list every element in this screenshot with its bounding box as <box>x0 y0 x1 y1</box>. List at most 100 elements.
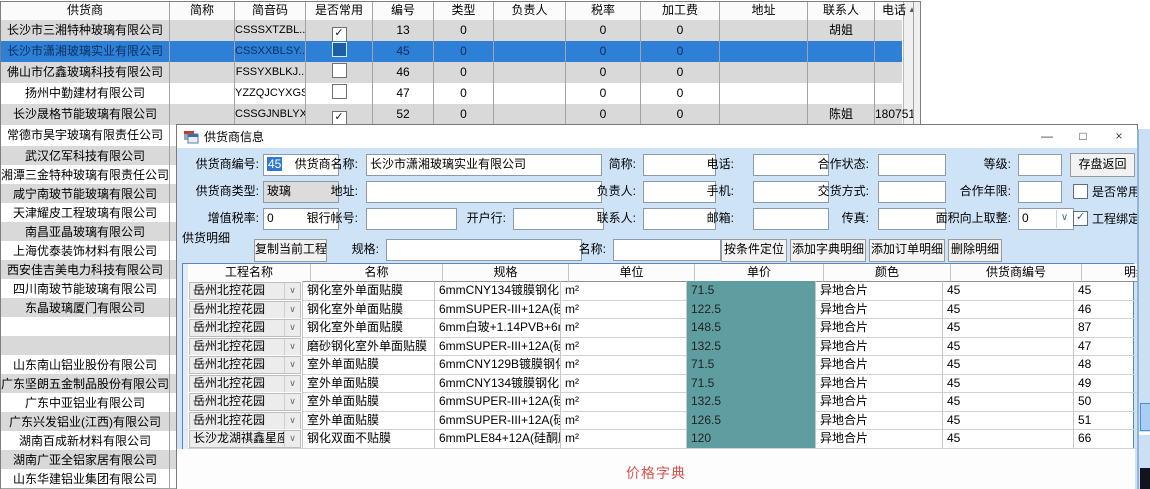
project-name-combobox[interactable]: 岳州北控花园∨ <box>189 412 301 430</box>
supplier-row[interactable]: 长沙市潇湘玻璃实业有限公司CSSXXBLSY..45000 <box>1 41 902 63</box>
app-screen: ▲ ◄ 供货商简称简音码是否常用编号类型负责人税率加工费地址联系人电话长沙市三湘… <box>0 0 1150 489</box>
area-round-up-input[interactable]: 0∨ <box>1018 208 1074 230</box>
supplier-name-cell: 长沙市潇湘玻璃实业有限公司 <box>1 41 170 62</box>
unit-cell: m² <box>561 318 687 338</box>
id-cell: 52 <box>373 104 434 125</box>
detail-column-header: 颜色 <box>824 264 951 282</box>
project-bound-checkbox[interactable]: ✓ 工程绑定 <box>1073 210 1140 226</box>
project-name-cell[interactable]: 岳州北控花园∨ <box>188 392 303 412</box>
common-checkbox[interactable] <box>332 63 347 78</box>
detail-row[interactable]: 岳州北控花园∨室外单面贴膜6mmSUPER-III+12A(硅..m²132.5… <box>188 392 1150 411</box>
project-bound-checkbox-box[interactable]: ✓ <box>1073 211 1088 226</box>
copy-current-project-button[interactable]: 复制当前工程 <box>254 239 327 262</box>
dropdown-arrow-icon[interactable]: ∨ <box>284 357 300 373</box>
supplier-row[interactable]: 扬州中勤建材有限公司YZZQJCYXGS47000 <box>1 83 902 105</box>
cooperation-years-input[interactable] <box>1018 181 1062 203</box>
dropdown-arrow-icon[interactable]: ∨ <box>284 431 300 447</box>
area-round-up-label: 面积向上取整: <box>871 208 1011 228</box>
project-name-cell[interactable]: 岳州北控花园∨ <box>188 337 303 357</box>
save-return-button[interactable]: 存盘返回 <box>1070 153 1135 177</box>
detail-row[interactable]: 岳州北控花园∨室外单面贴膜6mmCNY129B镀膜钢化m²71.5异地合片454… <box>188 355 1150 374</box>
add-dictionary-detail-button[interactable]: 添加字典明细 <box>790 239 866 262</box>
fee-cell: 0 <box>641 104 720 125</box>
dropdown-arrow-icon[interactable]: ∨ <box>284 339 300 355</box>
spec-cell: 6mmSUPER-III+12A(硅.. <box>435 300 561 320</box>
project-bound-checkbox-label: 工程绑定 <box>1092 210 1140 227</box>
common-checkbox[interactable]: ✓ <box>332 27 347 41</box>
project-name-combobox[interactable]: 长沙龙湖祺鑫星座∨ <box>189 430 301 448</box>
detail-row[interactable]: 岳州北控花园∨磨砂钢化室外单面贴膜6mmSUPER-III+12A(硅..m²1… <box>188 337 1150 356</box>
project-name-combobox[interactable]: 岳州北控花园∨ <box>189 282 301 300</box>
project-name-combobox[interactable]: 岳州北控花园∨ <box>189 338 301 356</box>
product-name-cell: 钢化室外单面贴膜 <box>303 281 435 301</box>
detail-row[interactable]: 岳州北控花园∨室外单面贴膜6mmCNY134镀膜钢化m²71.5异地合片4549 <box>188 374 1150 393</box>
supplier-row[interactable]: 长沙晟格节能玻璃有限公司CSSGJNBLYXGS✓52000陈姐180751 <box>1 104 902 126</box>
dropdown-arrow-icon[interactable]: ∨ <box>284 394 300 410</box>
dropdown-arrow-icon[interactable]: ∨ <box>284 283 300 299</box>
unit-price-cell: 71.5 <box>687 281 816 301</box>
project-name-combobox[interactable]: 岳州北控花园∨ <box>189 356 301 374</box>
cooperation-status-label: 合作状态: <box>729 154 869 174</box>
grade-label: 等级: <box>871 154 1011 174</box>
product-name-cell: 钢化室外单面贴膜 <box>303 300 435 320</box>
detail-row[interactable]: 长沙龙湖祺鑫星座∨钢化双面不贴膜6mmPLE84+12A(硅酮胶..m²120异… <box>188 429 1150 448</box>
detail-row[interactable]: 岳州北控花园∨钢化室外单面贴膜6mmSUPER-III+12A(硅..m²122… <box>188 300 1150 319</box>
dropdown-arrow-icon[interactable]: ∨ <box>284 413 300 429</box>
project-name-cell[interactable]: 岳州北控花园∨ <box>188 300 303 320</box>
color-cell: 异地合片 <box>816 318 943 338</box>
maximize-icon[interactable]: □ <box>1065 125 1101 148</box>
project-name-combobox[interactable]: 岳州北控花园∨ <box>189 375 301 393</box>
detail-row[interactable]: 岳州北控花园∨钢化室外单面贴膜6mmCNY134镀膜钢化m²71.5异地合片45… <box>188 281 1150 300</box>
combo-arrow-icon[interactable]: ∨ <box>1056 210 1072 228</box>
close-icon[interactable]: × <box>1101 125 1137 148</box>
dropdown-arrow-icon[interactable]: ∨ <box>284 376 300 392</box>
address-cell <box>720 20 808 41</box>
project-name-cell[interactable]: 岳州北控花园∨ <box>188 374 303 394</box>
supplier-name-cell: 广东中亚铝业有限公司 <box>1 393 170 412</box>
is-common-checkbox[interactable]: 是否常用 <box>1073 183 1140 199</box>
locate-by-condition-button[interactable]: 按条件定位 <box>721 239 787 262</box>
name-filter-label: 名称: <box>546 239 606 259</box>
minimize-icon[interactable]: — <box>1029 125 1065 148</box>
supplier-no-cell: 45 <box>943 392 1074 412</box>
supplier-name-cell: 山东华建铝业集团有限公司 <box>1 469 170 488</box>
common-checkbox-cell <box>306 41 373 62</box>
detail-row[interactable]: 岳州北控花园∨钢化室外单面贴膜6mm白玻+1.14PVB+6mm..m²148.… <box>188 318 1150 337</box>
detail-column-header: 单位 <box>569 264 695 282</box>
common-checkbox-cell <box>306 62 373 83</box>
project-name-cell[interactable]: 长沙龙湖祺鑫星座∨ <box>188 429 303 449</box>
delete-detail-button[interactable]: 删除明细 <box>948 239 1002 262</box>
project-name-combobox[interactable]: 岳州北控花园∨ <box>189 301 301 319</box>
dropdown-arrow-icon[interactable]: ∨ <box>284 302 300 318</box>
common-checkbox[interactable]: ✓ <box>332 111 347 125</box>
project-name-text: 岳州北控花园 <box>190 394 284 410</box>
detail-grid-header-row: 工程名称名称规格单位单价颜色供货商编号明细号 <box>188 264 1150 281</box>
dialog-title: 供货商信息 <box>204 128 264 145</box>
supplier-row[interactable]: 长沙市三湘特种玻璃有限公司CSSSXTZBL..✓13000胡姐 <box>1 20 902 42</box>
supplier-name-cell: 四川南玻节能玻璃有限公司 <box>1 279 170 298</box>
dialog-titlebar[interactable]: 供货商信息 — □ × <box>177 125 1137 148</box>
common-checkbox[interactable] <box>332 42 347 57</box>
grade-input[interactable] <box>1018 154 1062 176</box>
spec-cell: 6mmSUPER-III+12A(硅.. <box>435 392 561 412</box>
address-cell <box>720 104 808 125</box>
telephone-label: 电话: <box>594 154 734 174</box>
is-common-checkbox-box[interactable] <box>1073 184 1088 199</box>
add-order-detail-button[interactable]: 添加订单明细 <box>869 239 945 262</box>
project-name-cell[interactable]: 岳州北控花园∨ <box>188 281 303 301</box>
pinyin-code-cell: FSSYXBLKJ.. <box>235 62 306 83</box>
name-filter-input[interactable] <box>613 239 721 261</box>
project-name-cell[interactable]: 岳州北控花园∨ <box>188 411 303 431</box>
dropdown-arrow-icon[interactable]: ∨ <box>284 320 300 336</box>
detail-row[interactable]: 岳州北控花园∨室外单面贴膜6mmSUPER-III+12A(硅..m²126.5… <box>188 411 1150 430</box>
project-name-combobox[interactable]: 岳州北控花园∨ <box>189 393 301 411</box>
common-checkbox[interactable] <box>332 84 347 99</box>
mobile-label: 手机: <box>594 181 734 201</box>
lead-cell <box>494 83 566 104</box>
project-name-cell[interactable]: 岳州北控花园∨ <box>188 318 303 338</box>
project-name-combobox[interactable]: 岳州北控花园∨ <box>189 319 301 337</box>
supplier-row[interactable]: 佛山市亿鑫玻璃科技有限公司FSSYXBLKJ..46000 <box>1 62 902 84</box>
fee-cell: 0 <box>641 41 720 62</box>
tax-cell: 0 <box>566 104 641 125</box>
project-name-cell[interactable]: 岳州北控花园∨ <box>188 355 303 375</box>
